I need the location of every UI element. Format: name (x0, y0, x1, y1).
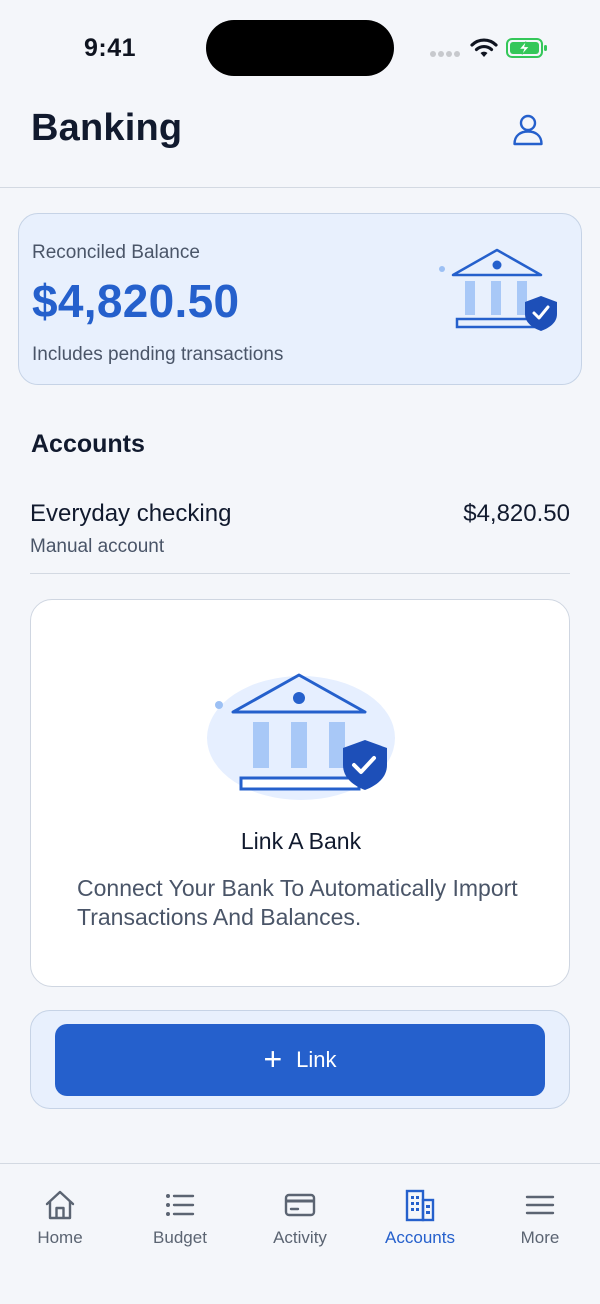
link-button-label: Link (296, 1047, 337, 1072)
link-bank-card: Link A Bank Connect Your Bank To Automat… (30, 599, 570, 987)
status-bar: 9:41 (0, 0, 600, 96)
menu-icon (525, 1195, 555, 1215)
tab-label: Activity (273, 1228, 327, 1247)
link-button-container: + Link (30, 1010, 570, 1109)
bank-shield-icon (439, 248, 557, 331)
tab-budget[interactable]: Budget (120, 1164, 240, 1264)
app-screen: 9:41 Banking Reconciled Balance $4,820.5… (0, 0, 600, 1304)
tab-bar: Home Budget Activity Accounts More (0, 1163, 600, 1304)
account-type: Manual account (30, 536, 165, 557)
dynamic-island (206, 20, 394, 76)
account-balance: $4,820.50 (463, 500, 570, 527)
tab-home[interactable]: Home (0, 1164, 120, 1264)
building-icon (405, 1189, 435, 1222)
list-icon (166, 1194, 195, 1216)
tab-label: Accounts (385, 1228, 455, 1247)
profile-button[interactable] (505, 106, 551, 152)
status-time: 9:41 (84, 34, 137, 62)
balance-card: Reconciled Balance $4,820.50 Includes pe… (18, 213, 582, 385)
wifi-icon (470, 38, 498, 57)
tab-label: Home (37, 1228, 83, 1247)
link-bank-description: Connect Your Bank To Automatically Impor… (77, 875, 518, 930)
balance-amount: $4,820.50 (32, 275, 240, 327)
tab-more[interactable]: More (480, 1164, 600, 1264)
bank-shield-icon (207, 673, 395, 800)
tab-label: More (520, 1228, 560, 1247)
home-icon (45, 1190, 75, 1220)
accounts-section-title: Accounts (31, 430, 145, 458)
account-row[interactable]: Everyday checking Manual account $4,820.… (30, 494, 570, 574)
balance-label: Reconciled Balance (32, 242, 200, 263)
link-bank-button[interactable]: + Link (55, 1024, 545, 1096)
tab-label: Budget (153, 1228, 207, 1247)
plus-icon: + (263, 1040, 283, 1077)
signal-icon (430, 51, 460, 57)
balance-note: Includes pending transactions (32, 344, 284, 365)
tab-accounts[interactable]: Accounts (360, 1164, 480, 1264)
tab-activity[interactable]: Activity (240, 1164, 360, 1264)
card-icon (284, 1193, 316, 1217)
battery-icon (506, 38, 547, 58)
person-icon (513, 114, 543, 146)
link-bank-title: Link A Bank (240, 828, 362, 854)
header: Banking (0, 96, 600, 188)
account-name: Everyday checking (30, 500, 232, 527)
page-title: Banking (31, 107, 183, 149)
